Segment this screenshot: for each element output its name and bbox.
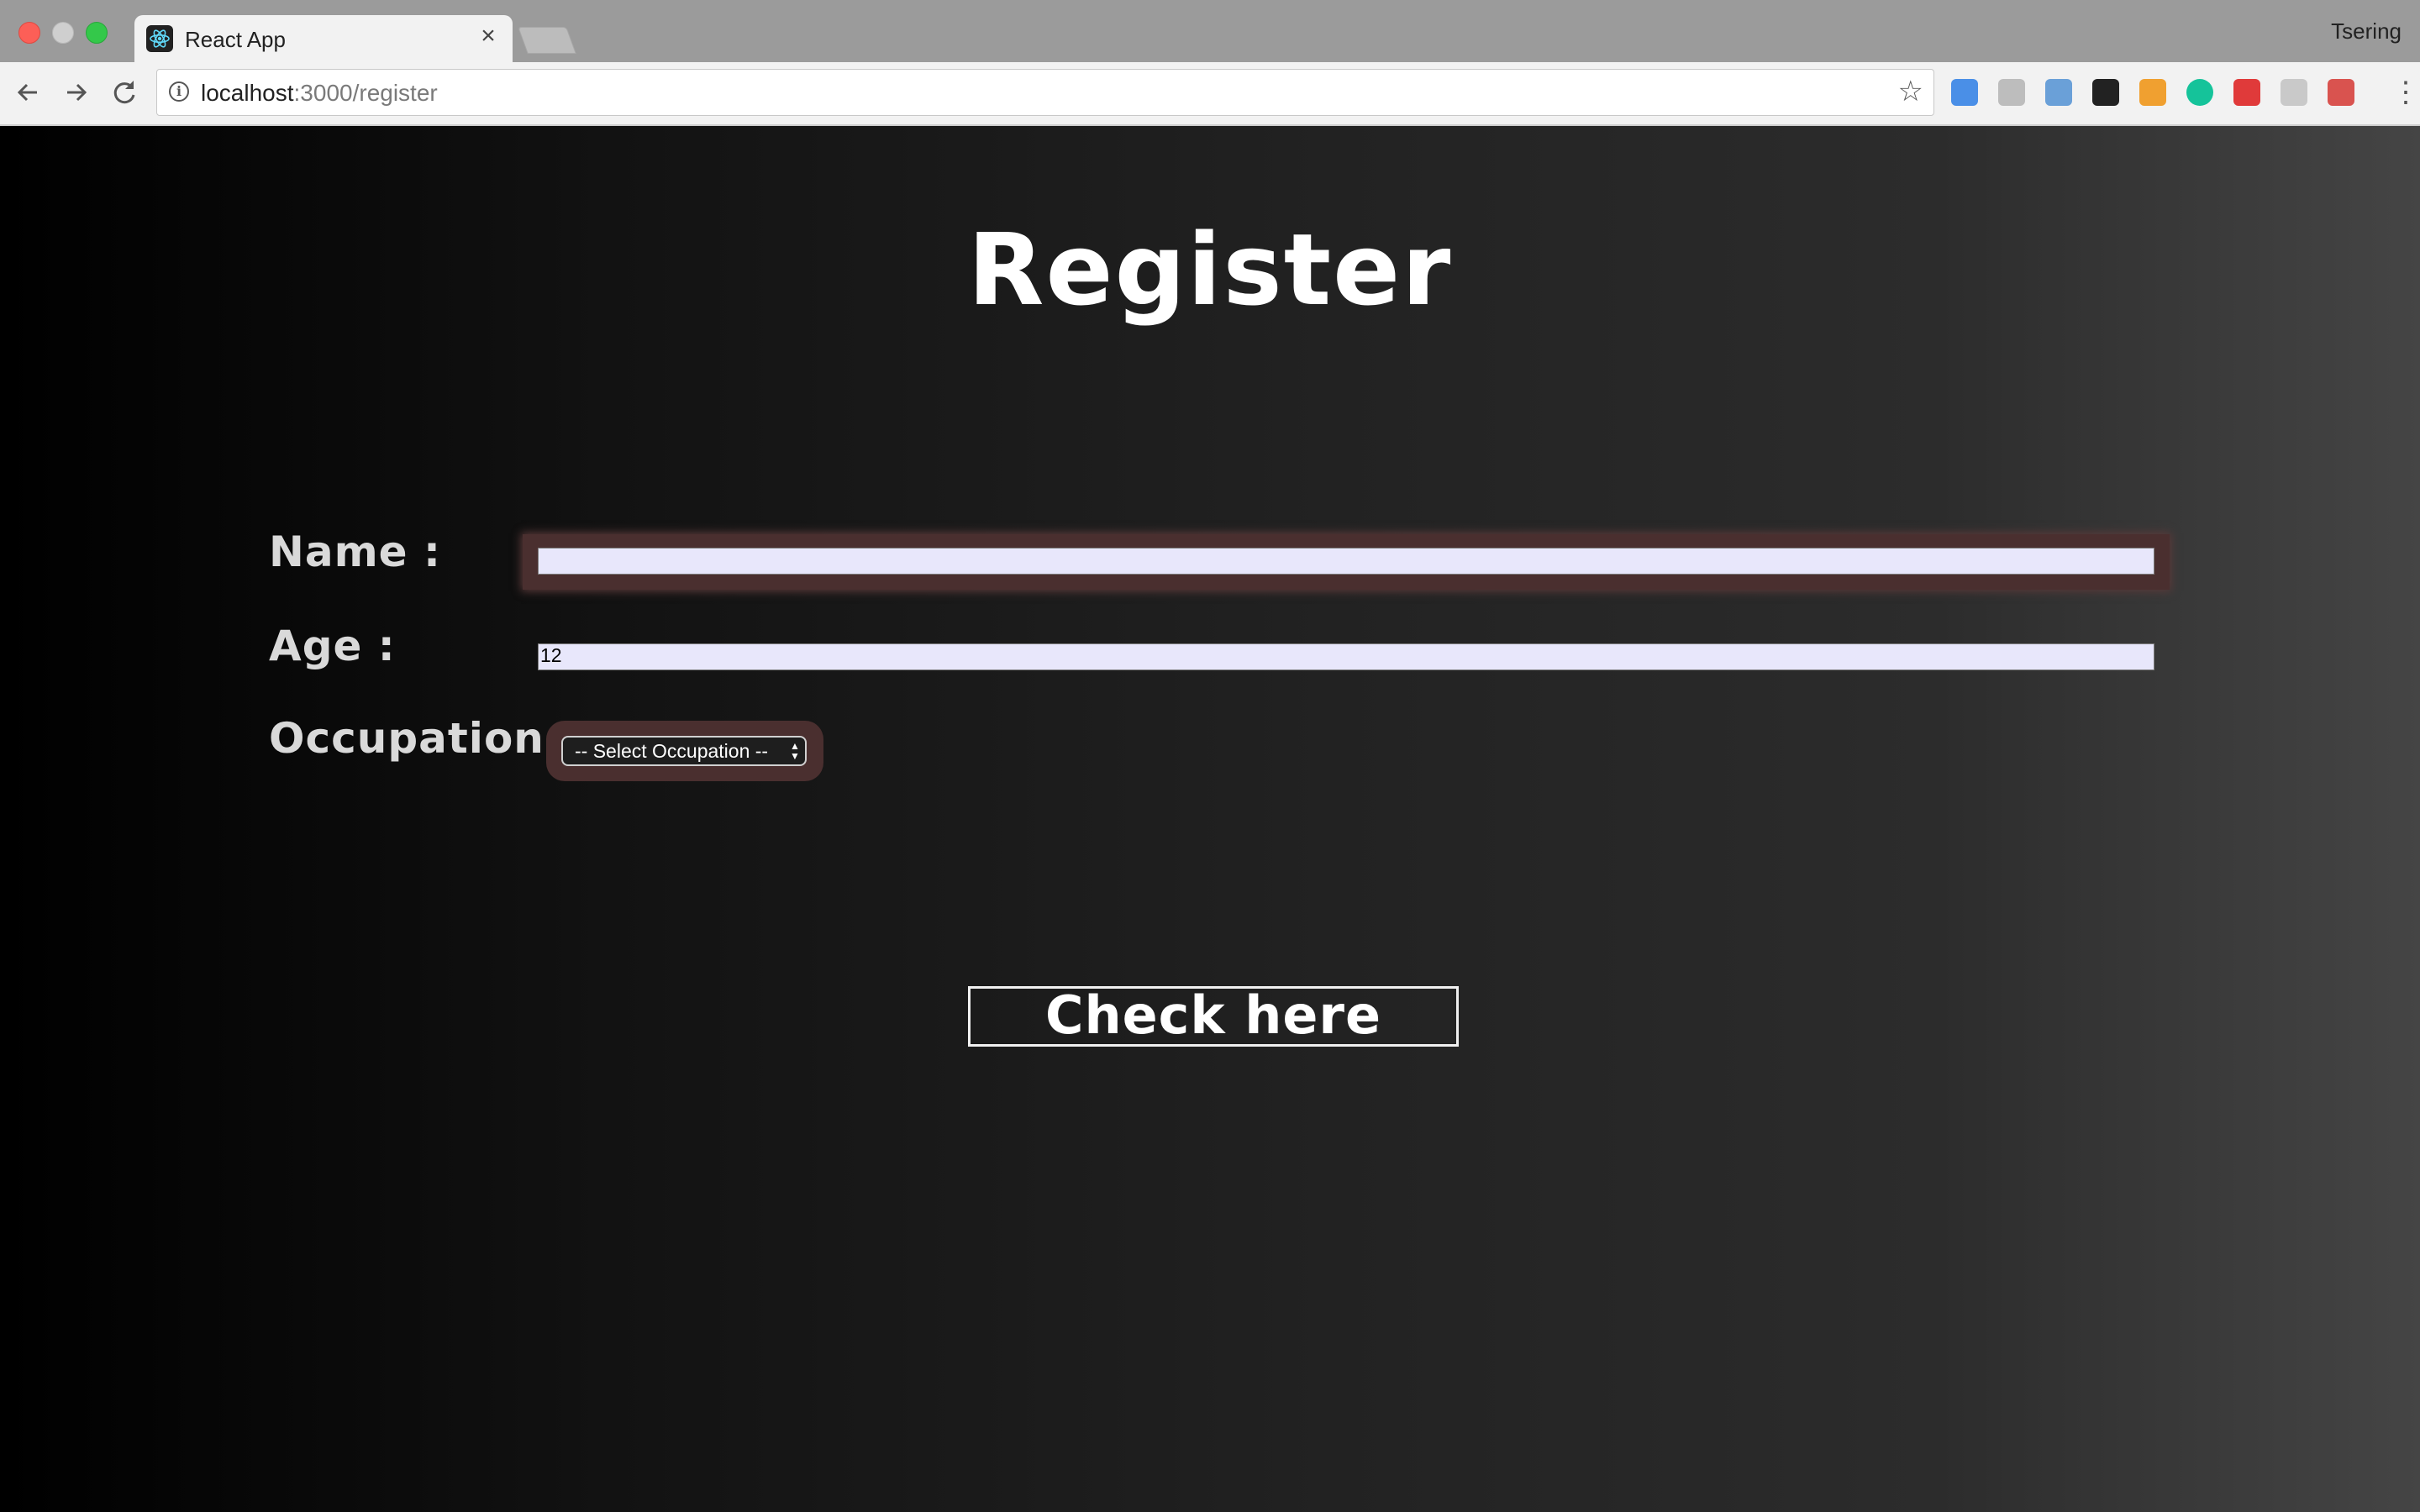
new-tab-button[interactable] — [518, 27, 576, 54]
chart-extension-icon[interactable] — [2045, 79, 2072, 106]
browser-tab-active[interactable]: React App × — [134, 15, 513, 62]
eyedropper-extension-icon[interactable] — [2092, 79, 2119, 106]
occupation-field-focus-ring: -- Select Occupation -- ▲ ▼ — [546, 721, 823, 781]
age-input[interactable]: 12 — [538, 643, 2154, 670]
forward-arrow-icon[interactable] — [59, 76, 92, 109]
browser-menu-icon[interactable]: ⋮ — [2391, 76, 2420, 109]
back-arrow-icon[interactable] — [12, 76, 45, 109]
reload-icon[interactable] — [108, 76, 141, 109]
window-close-button[interactable] — [18, 22, 40, 44]
url-path: :3000/register — [293, 80, 438, 106]
tab-title: React App — [185, 27, 286, 52]
bookmark-star-icon[interactable]: ☆ — [1898, 76, 1923, 107]
braces-extension-icon[interactable] — [2281, 79, 2307, 106]
tag-extension-icon[interactable] — [1951, 79, 1978, 106]
select-arrows-icon: ▲ ▼ — [790, 740, 800, 762]
age-label: Age : — [269, 622, 396, 670]
tab-close-icon[interactable]: × — [476, 24, 501, 49]
info-icon[interactable]: i — [169, 81, 189, 102]
name-field-focus-ring — [523, 534, 2170, 590]
window-maximize-button[interactable] — [86, 22, 108, 44]
window-minimize-button[interactable] — [52, 22, 74, 44]
browser-toolbar: i localhost:3000/register ☆ ⋮ — [0, 62, 2420, 126]
name-label: Name : — [269, 528, 441, 576]
occupation-selected-value: -- Select Occupation -- — [575, 740, 769, 762]
grey-extension-icon[interactable] — [1998, 79, 2025, 106]
grammarly-extension-icon[interactable] — [2186, 79, 2213, 106]
profile-name[interactable]: Tsering — [2331, 18, 2402, 45]
check-here-button[interactable]: Check here — [968, 986, 1459, 1047]
address-bar[interactable]: i localhost:3000/register ☆ — [156, 69, 1934, 116]
page-viewport: Register Name : Age : 12 Occupation: -- … — [0, 126, 2420, 1512]
page-title: Register — [967, 212, 1453, 328]
url-host: localhost — [201, 80, 294, 106]
bug-extension-icon[interactable] — [2328, 79, 2354, 106]
occupation-label: Occupation: — [269, 714, 562, 763]
url-text[interactable]: localhost:3000/register — [201, 80, 438, 107]
name-input[interactable] — [538, 548, 2154, 575]
react-logo-icon — [146, 25, 173, 52]
occupation-select[interactable]: -- Select Occupation -- ▲ ▼ — [561, 736, 807, 766]
browser-titlebar: React App × Tsering — [0, 0, 2420, 62]
trend-extension-icon[interactable] — [2139, 79, 2166, 106]
shield-extension-icon[interactable] — [2233, 79, 2260, 106]
